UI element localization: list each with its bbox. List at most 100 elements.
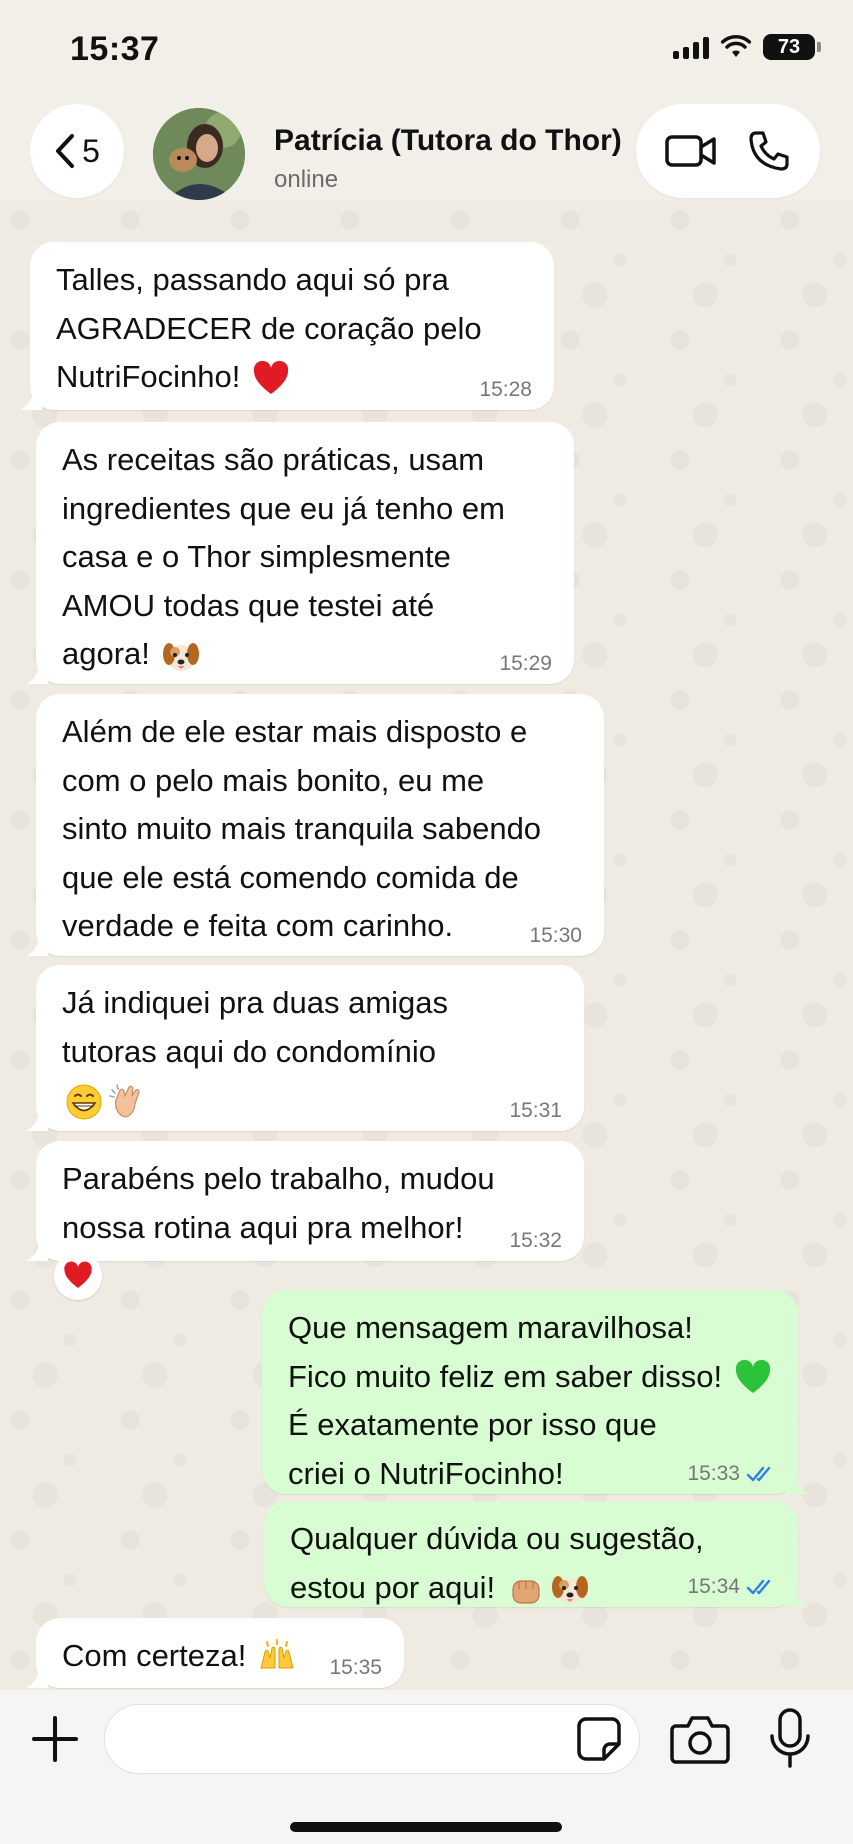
message-line: sinto muito mais tranquila sabendo [62,805,578,854]
phone-icon[interactable] [747,129,791,173]
message-timestamp: 15:28 [479,379,532,400]
timestamp-text: 15:32 [509,1229,562,1252]
message-line: que ele está comendo comida de [62,854,578,903]
message-timestamp: 15:35 [329,1657,382,1678]
mic-icon[interactable] [768,1708,812,1770]
message-text: agora! [62,636,150,671]
message-line: Além de ele estar mais disposto e [62,708,578,757]
heart-green-emoji [733,1358,773,1398]
back-button[interactable]: 5 [30,104,124,198]
message-timestamp: 15:34 [687,1576,776,1597]
message-line: agora! [62,630,548,679]
message-text: As receitas são práticas, usam [62,442,485,477]
timestamp-text: 15:33 [687,1462,740,1485]
message-text: Qualquer dúvida ou sugestão, [290,1521,704,1556]
message-line: nossa rotina aqui pra melhor! [62,1204,558,1253]
message-bubble-outgoing[interactable]: Qualquer dúvida ou sugestão, estou por aq… [264,1501,808,1609]
raising-hands-emoji [257,1638,297,1678]
message-timestamp: 15:33 [687,1463,776,1484]
timestamp-text: 15:35 [329,1656,382,1679]
message-text: tutoras aqui do condomínio [62,1033,436,1069]
video-call-icon[interactable] [665,133,717,169]
contact-avatar[interactable] [153,108,245,200]
message-line: Fico muito feliz em saber disso! [288,1353,772,1402]
heart-red-emoji [251,359,291,399]
contact-status: online [274,166,339,193]
message-line: Talles, passando aqui só pra [56,256,528,305]
home-indicator [290,1822,562,1832]
message-line: tutoras aqui do condomínio [62,1028,558,1077]
message-text: AGRADECER de coração pelo [56,310,482,346]
back-chevron-icon [56,134,75,168]
message-text: estou por aqui! [290,1569,496,1605]
message-text: que ele está comendo comida de [62,859,519,895]
message-text: criei o NutriFocinho! [288,1455,564,1491]
message-bubble-incoming[interactable]: Parabéns pelo trabalho, mudou nossa rotin… [26,1141,584,1261]
dog-face-emoji [550,1569,590,1609]
message-timestamp: 15:32 [509,1230,562,1251]
message-text: NutriFocinho! [56,359,241,394]
wifi-icon [721,35,751,57]
message-bubble-outgoing[interactable]: Que mensagem maravilhosa! Fico muito feli… [262,1290,808,1494]
message-input-wrapper [104,1704,640,1774]
message-bubble-incoming[interactable]: As receitas são práticas, usam ingredient… [26,422,574,684]
clapping-hands-emoji [108,1082,148,1122]
message-text: com o pelo mais bonito, eu me [62,762,485,798]
call-actions [636,104,820,198]
message-timestamp: 15:29 [499,653,552,674]
message-line: verdade e feita com carinho. [62,902,578,951]
message-line: casa e o Thor simplesmente [62,533,548,582]
message-text: Com certeza! [62,1638,247,1673]
grinning-face-emoji [64,1082,104,1122]
message-line: É exatamente por isso que [288,1401,772,1450]
message-line: ingredientes que eu já tenho em [62,485,548,534]
status-icons: 73 [673,34,821,60]
message-line: AMOU todas que testei até [62,582,548,631]
read-receipt-icon [746,1466,771,1481]
timestamp-text: 15:29 [499,652,552,675]
message-text: nossa rotina aqui pra melhor! [62,1209,464,1245]
message-bubble-incoming[interactable]: Com certeza! 15:35 [26,1618,404,1688]
timestamp-text: 15:28 [479,378,532,401]
contact-name[interactable]: Patrícia (Tutora do Thor) [274,124,622,158]
dog-face-emoji [161,636,201,676]
message-line: As receitas são práticas, usam [62,436,548,485]
battery-icon: 73 [763,34,821,60]
heart-red-emoji [64,1261,92,1288]
sticker-icon[interactable] [576,1716,622,1762]
avatar-photo [153,108,245,200]
message-reaction[interactable] [54,1252,102,1300]
message-line: Parabéns pelo trabalho, mudou [62,1155,558,1204]
message-timestamp: 15:31 [509,1100,562,1121]
message-text: casa e o Thor simplesmente [62,539,451,574]
message-line [62,1076,558,1125]
message-text: AMOU todas que testei até [62,587,435,623]
message-bubble-incoming[interactable]: Além de ele estar mais disposto e com o p… [26,694,604,956]
message-line: Que mensagem maravilhosa! [288,1304,772,1353]
message-line: Qualquer dúvida ou sugestão, [290,1515,772,1564]
message-line: NutriFocinho! [56,353,528,402]
message-input[interactable] [129,1717,553,1763]
camera-icon[interactable] [670,1712,730,1766]
message-line: Já indiquei pra duas amigas [62,979,558,1028]
timestamp-text: 15:30 [529,924,582,947]
message-text: ingredientes que eu já tenho em [62,490,505,526]
read-receipt-icon [746,1579,771,1594]
timestamp-text: 15:31 [509,1099,562,1122]
plus-icon[interactable] [30,1714,80,1764]
status-time: 15:37 [70,30,160,68]
message-bubble-incoming[interactable]: Talles, passando aqui só pra AGRADECER de… [20,242,554,410]
message-text: Parabéns pelo trabalho, mudou [62,1161,495,1196]
message-text: Talles, passando aqui só pra [56,262,449,297]
message-text: verdade e feita com carinho. [62,908,454,943]
message-text: Que mensagem maravilhosa! [288,1310,693,1345]
message-bubble-incoming[interactable]: Já indiquei pra duas amigas tutoras aqui … [26,965,584,1131]
message-text: Além de ele estar mais disposto e [62,714,528,749]
message-line: com o pelo mais bonito, eu me [62,757,578,806]
message-text: Já indiquei pra duas amigas [62,985,449,1020]
timestamp-text: 15:34 [687,1575,740,1598]
battery-level: 73 [777,35,801,58]
fist-bump-emoji [506,1569,546,1609]
unread-count: 5 [82,132,100,169]
message-text: É exatamente por isso que [288,1407,657,1442]
